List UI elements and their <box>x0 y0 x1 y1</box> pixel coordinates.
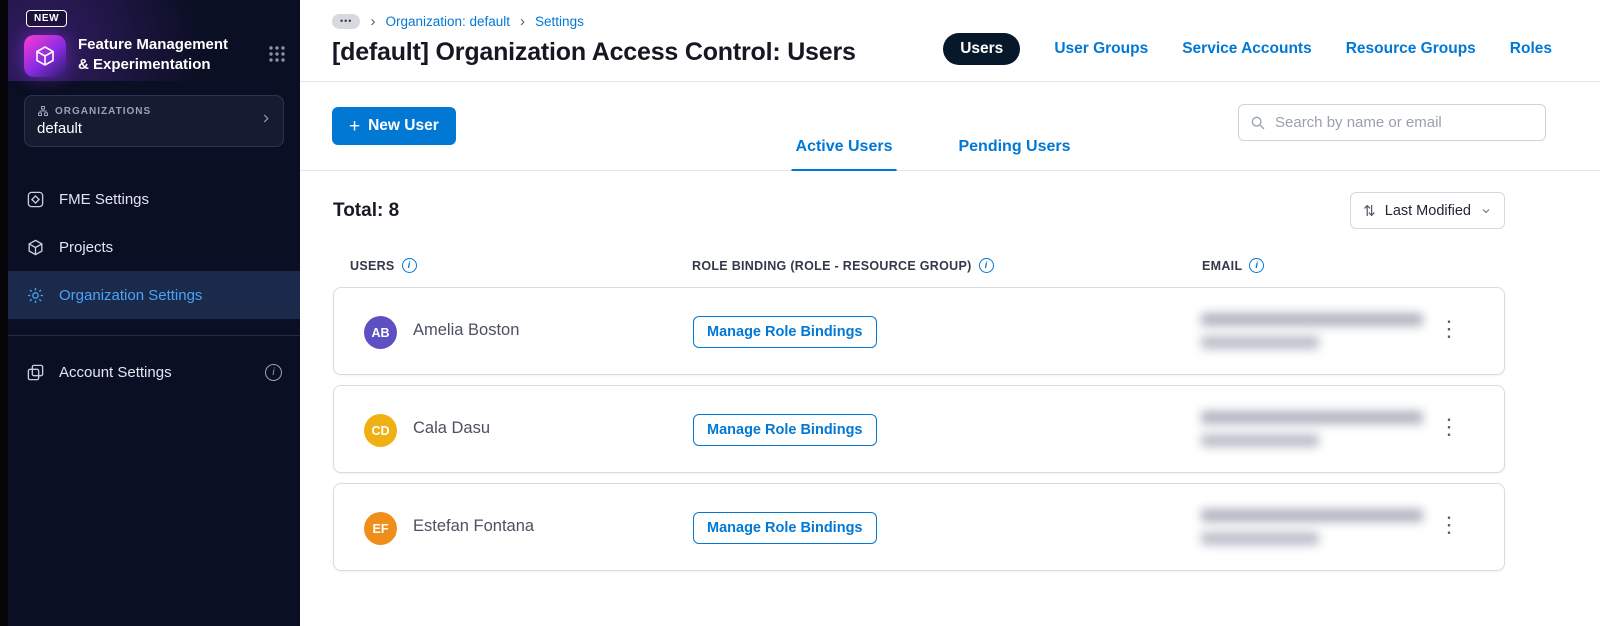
app-switcher-grid-icon[interactable] <box>268 45 286 68</box>
table-row: EF Estefan Fontana Manage Role Bindings … <box>333 483 1505 571</box>
content-area: Total: 8 ⇅ Last Modified USERS i ROLE BI… <box>300 171 1600 626</box>
user-view-tabs: Active Users Pending Users <box>791 138 1075 171</box>
total-count: Total: 8 <box>333 199 400 221</box>
row-menu-kebab-icon[interactable]: ⋮ <box>1432 512 1466 538</box>
sidebar-divider <box>8 335 300 336</box>
sidebar-item-organization-settings[interactable]: Organization Settings <box>8 271 300 319</box>
avatar: CD <box>364 414 397 447</box>
sidebar: NEW Feature Management & Experimentation <box>8 0 300 626</box>
tab-pending-users[interactable]: Pending Users <box>954 138 1074 171</box>
breadcrumb-link-organization[interactable]: Organization: default <box>385 14 510 29</box>
organizations-label: ORGANIZATIONS <box>55 105 152 117</box>
column-header-users: USERS <box>350 258 395 273</box>
user-table: AB Amelia Boston Manage Role Bindings ⋮ … <box>300 287 1600 571</box>
email-redacted <box>1201 411 1423 447</box>
table-row: AB Amelia Boston Manage Role Bindings ⋮ <box>333 287 1505 375</box>
tab-user-groups[interactable]: User Groups <box>1054 40 1148 58</box>
breadcrumb-link-settings[interactable]: Settings <box>535 14 584 29</box>
user-name: Cala Dasu <box>413 419 491 437</box>
new-user-button-label: New User <box>368 117 439 134</box>
info-icon[interactable]: i <box>265 363 282 381</box>
sidebar-item-label: Account Settings <box>59 363 172 381</box>
sidebar-nav: FME Settings Projects Organization Setti… <box>8 175 300 319</box>
layers-icon <box>26 363 45 382</box>
new-badge: NEW <box>26 10 68 27</box>
new-user-button[interactable]: + New User <box>332 107 456 145</box>
manage-role-bindings-button[interactable]: Manage Role Bindings <box>693 316 877 348</box>
organization-selector[interactable]: ORGANIZATIONS default <box>24 95 284 147</box>
projects-icon <box>26 238 45 257</box>
email-redacted <box>1201 313 1423 349</box>
breadcrumb: ••• › Organization: default › Settings <box>332 14 856 29</box>
left-edge-strip <box>0 0 8 626</box>
info-icon[interactable]: i <box>401 258 417 273</box>
manage-role-bindings-button[interactable]: Manage Role Bindings <box>693 414 877 446</box>
table-row: CD Cala Dasu Manage Role Bindings ⋮ <box>333 385 1505 473</box>
sort-label: Last Modified <box>1384 202 1471 219</box>
user-name: Amelia Boston <box>413 321 520 339</box>
tab-service-accounts[interactable]: Service Accounts <box>1182 40 1312 58</box>
search-box[interactable] <box>1238 104 1546 141</box>
chevron-down-icon <box>1480 205 1492 217</box>
tab-users[interactable]: Users <box>943 33 1021 65</box>
toolbar: + New User Active Users Pending Users <box>300 82 1600 171</box>
search-icon <box>1251 116 1265 129</box>
table-header: USERS i ROLE BINDING (ROLE - RESOURCE GR… <box>300 229 1600 287</box>
search-input[interactable] <box>1275 114 1534 131</box>
row-menu-kebab-icon[interactable]: ⋮ <box>1432 414 1466 440</box>
info-icon[interactable]: i <box>978 258 994 273</box>
chevron-separator: › <box>370 13 376 30</box>
sidebar-item-account-settings[interactable]: Account Settings i <box>8 350 300 394</box>
app-title: Feature Management & Experimentation <box>78 36 229 73</box>
email-redacted <box>1201 509 1423 545</box>
tab-active-users[interactable]: Active Users <box>791 138 897 171</box>
sort-dropdown[interactable]: ⇅ Last Modified <box>1350 192 1505 229</box>
tab-roles[interactable]: Roles <box>1510 40 1552 58</box>
organization-value: default <box>37 120 83 137</box>
sort-arrows-icon: ⇅ <box>1363 202 1376 220</box>
fme-settings-icon <box>26 190 45 209</box>
org-chart-icon <box>38 106 48 116</box>
plus-icon: + <box>349 115 361 137</box>
info-icon[interactable]: i <box>1249 258 1265 273</box>
sidebar-header: NEW Feature Management & Experimentation <box>8 0 300 81</box>
user-name: Estefan Fontana <box>413 517 535 535</box>
column-header-role-binding: ROLE BINDING (ROLE - RESOURCE GROUP) <box>692 258 972 273</box>
gear-icon <box>26 286 45 305</box>
main-panel: ••• › Organization: default › Settings [… <box>300 0 1600 626</box>
app-logo <box>24 35 66 77</box>
sidebar-item-label: Projects <box>59 238 114 256</box>
avatar: AB <box>364 316 397 349</box>
sidebar-item-label: FME Settings <box>59 190 150 208</box>
breadcrumb-menu-button[interactable]: ••• <box>332 14 361 29</box>
app-window: NEW Feature Management & Experimentation <box>0 0 1600 626</box>
page-title: [default] Organization Access Control: U… <box>332 38 856 66</box>
cube-logo-icon <box>36 46 54 66</box>
sidebar-item-label: Organization Settings <box>59 286 203 304</box>
access-control-tabs: Users User Groups Service Accounts Resou… <box>943 32 1552 66</box>
sidebar-item-fme-settings[interactable]: FME Settings <box>8 175 300 223</box>
manage-role-bindings-button[interactable]: Manage Role Bindings <box>693 512 877 544</box>
column-header-email: EMAIL <box>1202 258 1243 273</box>
sidebar-item-projects[interactable]: Projects <box>8 223 300 271</box>
tab-resource-groups[interactable]: Resource Groups <box>1346 40 1476 58</box>
page-header: ••• › Organization: default › Settings [… <box>300 0 1600 82</box>
avatar: EF <box>364 512 397 545</box>
row-menu-kebab-icon[interactable]: ⋮ <box>1432 316 1466 342</box>
chevron-separator: › <box>520 13 526 30</box>
chevron-right-icon <box>259 112 273 131</box>
